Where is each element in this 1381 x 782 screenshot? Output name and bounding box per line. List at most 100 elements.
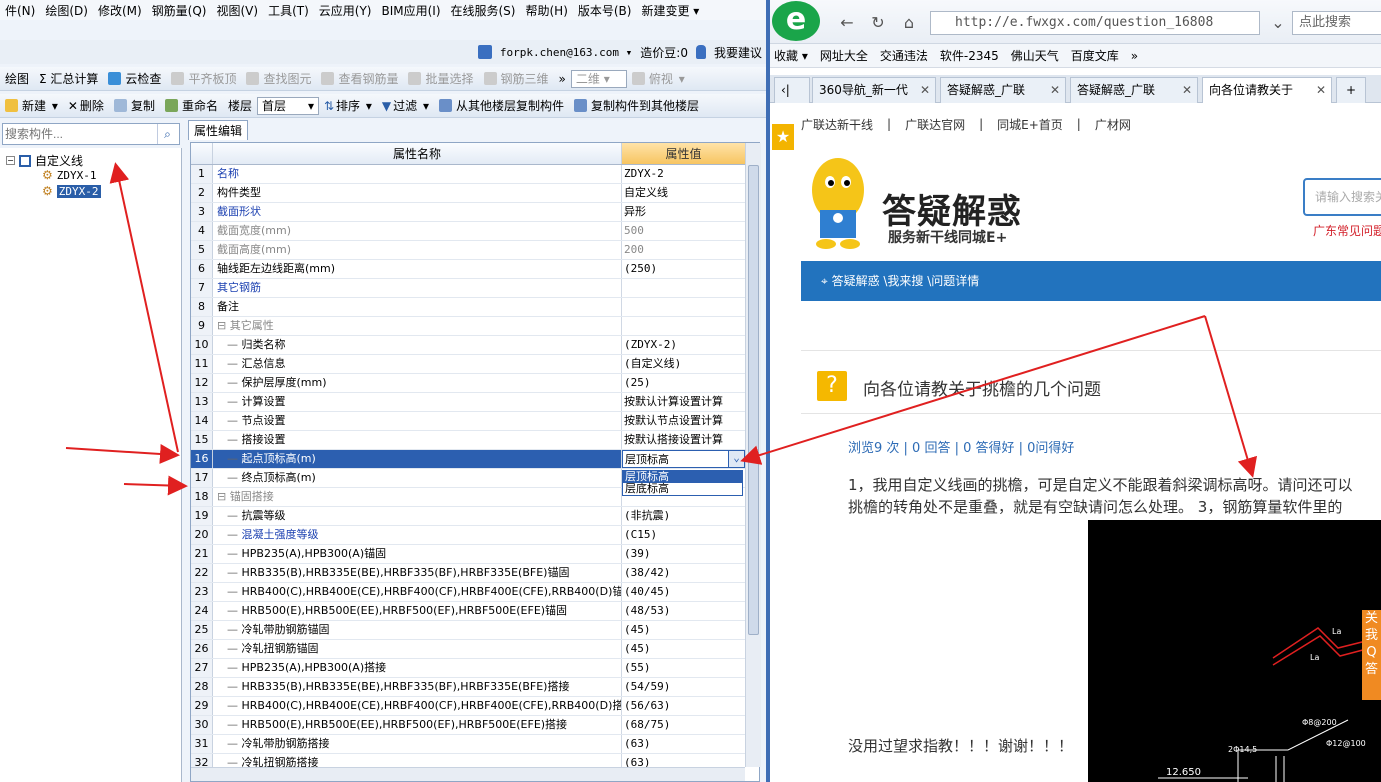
browser-search-input[interactable]: 点此搜索 <box>1292 11 1381 35</box>
sort-button[interactable]: ⇅ 排序 ▾ <box>319 97 377 114</box>
property-value[interactable]: (48/53) <box>622 602 745 620</box>
tree-node-zdyx1[interactable]: ⚙ ZDYX-1 <box>42 168 97 182</box>
nav-glodon-xinganxian[interactable]: 广联达新干线 <box>801 116 873 133</box>
property-value[interactable]: ZDYX-2 <box>622 165 745 183</box>
property-row[interactable]: 1 名称 ZDYX-2 <box>191 165 745 184</box>
tab-question-active[interactable]: 向各位请教关于 ✕ <box>1202 77 1332 103</box>
fav-site-list[interactable]: 网址大全 <box>820 47 868 64</box>
floor-select[interactable]: 首层 ▾ <box>256 96 319 115</box>
copy-from-floor-button[interactable]: 从其他楼层复制构件 <box>434 97 569 114</box>
property-value[interactable]: (63) <box>622 735 745 753</box>
property-row[interactable]: 19— 抗震等级 (非抗震) <box>191 507 745 526</box>
tab-property-edit[interactable]: 属性编辑 <box>188 120 248 140</box>
user-email[interactable]: forpk.chen@163.com ▾ <box>500 46 632 59</box>
copy-to-floor-button[interactable]: 复制构件到其他楼层 <box>569 97 704 114</box>
property-value[interactable]: (56/63) <box>622 697 745 715</box>
menu-cloud[interactable]: 云应用(Y) <box>314 2 377 19</box>
fav-weather[interactable]: 佛山天气 <box>1011 47 1059 64</box>
new-tab-button[interactable]: + <box>1336 77 1366 103</box>
fav-collect[interactable]: 收藏 ▾ <box>774 47 808 64</box>
menu-help[interactable]: 帮助(H) <box>520 2 572 19</box>
copy-button[interactable]: 复制 <box>109 97 160 114</box>
property-value[interactable]: (55) <box>622 659 745 677</box>
property-value[interactable]: (45) <box>622 621 745 639</box>
close-icon[interactable]: ✕ <box>1182 78 1192 102</box>
floating-service-panel[interactable]: 关我Q答 <box>1362 610 1381 700</box>
toolbar-overflow[interactable]: » <box>554 72 571 86</box>
close-icon[interactable]: ✕ <box>1050 78 1060 102</box>
find-element-button[interactable]: 查找图元 <box>241 70 316 87</box>
close-icon[interactable]: ✕ <box>920 78 930 102</box>
component-search-input[interactable] <box>3 125 157 143</box>
tab-scroll-left[interactable]: ‹| <box>774 77 810 103</box>
tab-qa-1[interactable]: 答疑解惑_广联 ✕ <box>940 77 1066 103</box>
property-row[interactable]: 23— HRB400(C),HRB400E(CE),HRBF400(CF),HR… <box>191 583 745 602</box>
menu-online[interactable]: 在线服务(S) <box>446 2 521 19</box>
batch-select-button[interactable]: 批量选择 <box>403 70 478 87</box>
property-value[interactable] <box>622 279 745 297</box>
property-row[interactable]: 7 其它钢筋 <box>191 279 745 298</box>
property-row[interactable]: 13— 计算设置 按默认计算设置计算 <box>191 393 745 412</box>
menu-version[interactable]: 版本号(B) <box>573 2 637 19</box>
nav-glodon-official[interactable]: 广联达官网 <box>905 116 965 133</box>
property-value[interactable]: 500 <box>622 222 745 240</box>
property-value[interactable]: (250) <box>622 260 745 278</box>
property-row[interactable]: 4 截面宽度(mm) 500 <box>191 222 745 241</box>
property-value[interactable]: 异形 <box>622 203 745 221</box>
property-value[interactable]: (40/45) <box>622 583 745 601</box>
property-value[interactable]: (自定义线) <box>622 355 745 373</box>
top-view-button[interactable]: 俯视 ▾ <box>627 70 690 87</box>
property-value[interactable]: (非抗震) <box>622 507 745 525</box>
menu-new-change[interactable]: 新建变更 ▾ <box>636 2 704 19</box>
property-row[interactable]: 10— 归类名称 (ZDYX-2) <box>191 336 745 355</box>
cloud-check-button[interactable]: 云检查 <box>103 70 166 87</box>
property-row[interactable]: 8 备注 <box>191 298 745 317</box>
home-icon[interactable]: ⌂ <box>898 12 920 34</box>
cad-drawing-image[interactable]: La La Φ8@200 Φ12@100 2Φ14,5 12.650 <box>1088 520 1381 782</box>
property-value[interactable]: 按默认节点设置计算 <box>622 412 745 430</box>
property-value[interactable]: 按默认计算设置计算 <box>622 393 745 411</box>
tree-node-root[interactable]: − 自定义线 <box>6 152 83 169</box>
property-row[interactable]: 14— 节点设置 按默认节点设置计算 <box>191 412 745 431</box>
breadcrumb-text[interactable]: 答疑解惑 \我来搜 \问题详情 <box>832 274 980 288</box>
menu-tools[interactable]: 工具(T) <box>263 2 314 19</box>
bell-icon[interactable] <box>695 45 706 59</box>
property-value[interactable]: 自定义线 <box>622 184 745 202</box>
nav-guangcai[interactable]: 广材网 <box>1095 116 1131 133</box>
property-value[interactable]: (54/59) <box>622 678 745 696</box>
dropdown-option-top[interactable]: 层顶标高 <box>623 471 742 483</box>
fav-traffic[interactable]: 交通违法 <box>880 47 928 64</box>
dropdown-arrow-icon[interactable]: ⌄ <box>728 451 744 467</box>
delete-button[interactable]: ✕ 删除 <box>63 97 109 114</box>
property-value[interactable] <box>622 298 745 316</box>
url-bar[interactable]: http://e.fwxgx.com/question_16808 <box>930 11 1260 35</box>
horizontal-scrollbar[interactable] <box>191 767 745 781</box>
tab-qa-2[interactable]: 答疑解惑_广联 ✕ <box>1070 77 1198 103</box>
dropdown-option-bottom[interactable]: 层底标高 <box>623 483 742 495</box>
menu-bim[interactable]: BIM应用(I) <box>376 2 445 19</box>
suggest-button[interactable]: 我要建议 <box>714 44 762 61</box>
property-row[interactable]: 6 轴线距左边线距离(mm) (250) <box>191 260 745 279</box>
rebar-3d-button[interactable]: 钢筋三维 <box>479 70 554 87</box>
property-value[interactable] <box>622 317 745 335</box>
draw-button[interactable]: 绘图 <box>0 70 34 87</box>
property-value[interactable]: (25) <box>622 374 745 392</box>
align-slab-button[interactable]: 平齐板顶 <box>166 70 241 87</box>
property-row[interactable]: 30— HRB500(E),HRB500E(EE),HRBF500(EF),HR… <box>191 716 745 735</box>
hot-questions-link[interactable]: 广东常见问题 <box>1313 222 1381 239</box>
property-row[interactable]: 9 ⊟ 其它属性 <box>191 317 745 336</box>
property-row[interactable]: 28— HRB335(B),HRB335E(BE),HRBF335(BF),HR… <box>191 678 745 697</box>
property-row[interactable]: 3 截面形状 异形 <box>191 203 745 222</box>
property-row[interactable]: 29— HRB400(C),HRB400E(CE),HRBF400(CF),HR… <box>191 697 745 716</box>
nav-tongcheng-home[interactable]: 同城E+首页 <box>997 116 1063 133</box>
property-row[interactable]: 2 构件类型 自定义线 <box>191 184 745 203</box>
property-value[interactable]: (C15) <box>622 526 745 544</box>
close-icon[interactable]: ✕ <box>1316 78 1326 102</box>
tab-360-nav[interactable]: 360导航_新一代 ✕ <box>812 77 936 103</box>
property-row[interactable]: 24— HRB500(E),HRB500E(EE),HRBF500(EF),HR… <box>191 602 745 621</box>
property-row[interactable]: 20— 混凝土强度等级 (C15) <box>191 526 745 545</box>
fav-software[interactable]: 软件-2345 <box>940 47 999 64</box>
property-row[interactable]: 26— 冷轧扭钢筋锚固 (45) <box>191 640 745 659</box>
vertical-scrollbar[interactable] <box>745 143 761 767</box>
property-row[interactable]: 31— 冷轧带肋钢筋搭接 (63) <box>191 735 745 754</box>
